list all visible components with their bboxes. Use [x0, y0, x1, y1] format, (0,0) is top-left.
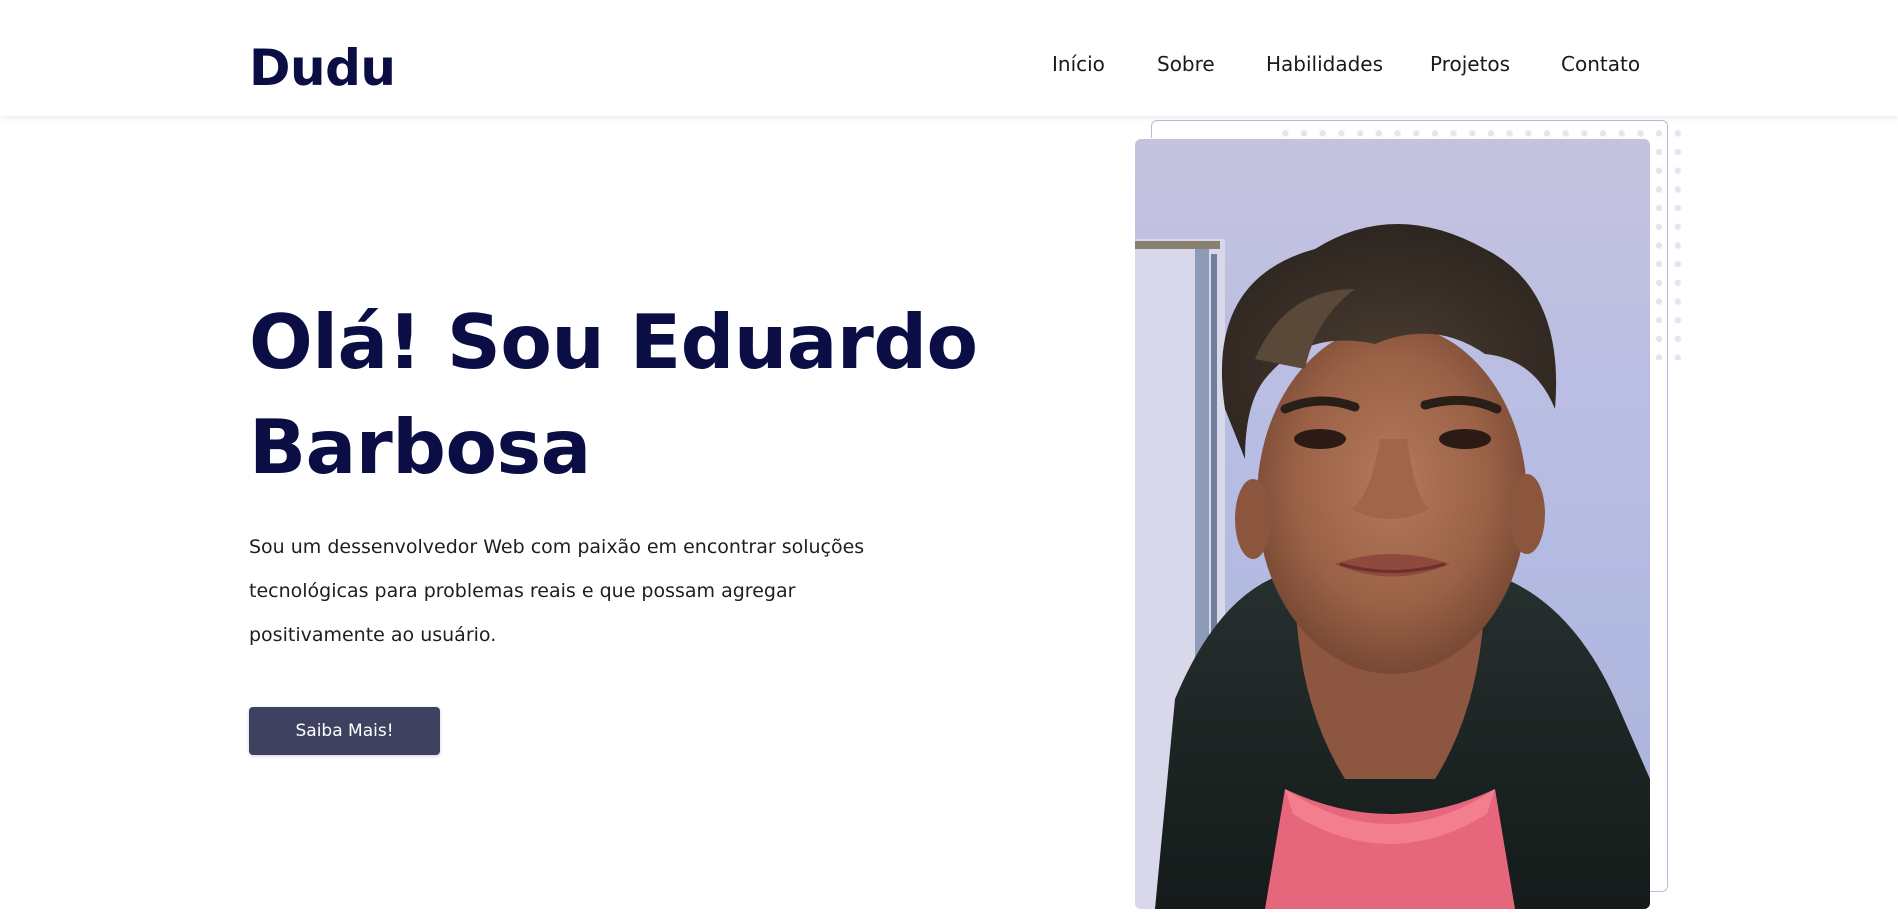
portrait-photo-icon: [1135, 139, 1650, 909]
nav-link-inicio[interactable]: Início: [1052, 50, 1105, 78]
profile-photo: [1135, 139, 1650, 909]
nav-link-habilidades[interactable]: Habilidades: [1266, 50, 1383, 78]
saiba-mais-button[interactable]: Saiba Mais!: [249, 707, 440, 755]
hero-title: Olá! Sou Eduardo Barbosa: [249, 298, 978, 491]
main-nav: Início Sobre Habilidades Projetos Contat…: [0, 50, 1898, 78]
nav-link-projetos[interactable]: Projetos: [1430, 50, 1510, 78]
nav-link-contato[interactable]: Contato: [1561, 50, 1640, 78]
hero-description: Sou um dessenvolvedor Web com paixão em …: [249, 536, 865, 646]
nav-link-sobre[interactable]: Sobre: [1157, 50, 1215, 78]
site-header: Dudu Início Sobre Habilidades Projetos C…: [0, 0, 1898, 116]
